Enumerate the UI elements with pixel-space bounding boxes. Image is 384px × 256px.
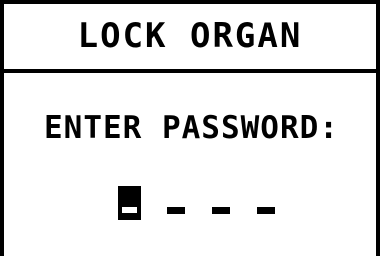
title-bar: LOCK ORGAN [0,0,380,73]
password-prompt: ENTER PASSWORD: [44,110,339,146]
cursor-underline [122,207,137,213]
lcd-screen: LOCK ORGAN ENTER PASSWORD: [0,0,384,256]
password-digit-1-cursor[interactable] [118,186,141,220]
password-digit-4-placeholder[interactable] [257,207,275,214]
password-digit-2-placeholder[interactable] [167,207,185,214]
page-title: LOCK ORGAN [77,16,303,56]
password-digit-3-placeholder[interactable] [212,207,230,214]
